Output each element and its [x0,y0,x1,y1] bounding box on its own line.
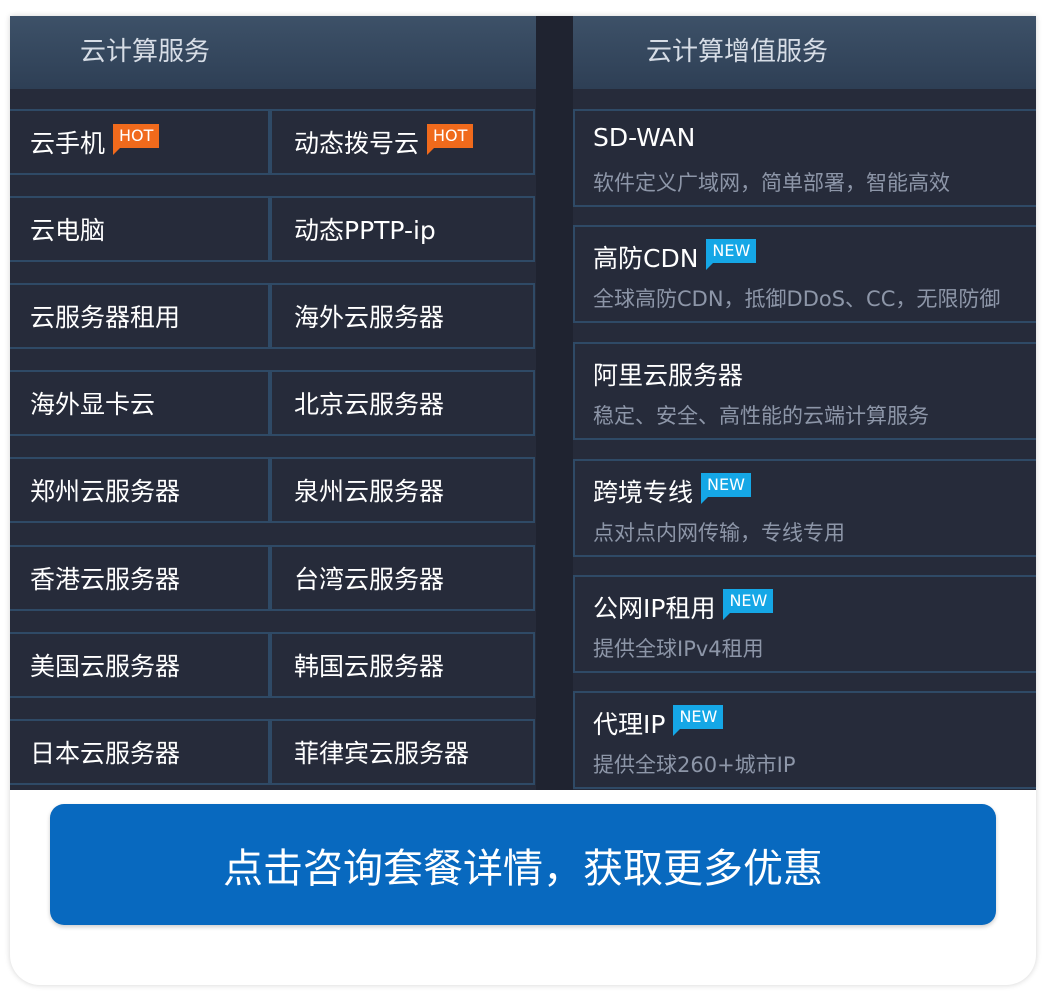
value-added-item-desc: 点对点内网传输，专线专用 [593,521,845,545]
hot-badge: HOT [427,124,474,155]
value-added-item-name: 阿里云服务器 [593,361,744,390]
value-added-item-name: 公网IP租用 [593,594,716,623]
value-added-item-title: 代理IP NEW [593,705,724,741]
value-added-item-title: SD-WAN [593,123,695,152]
service-panel: 云计算服务 云计算增值服务 云手机 HOT 动态拨号云 HOT 云电脑 动态PPTP-ip… [10,16,1036,790]
value-added-item-desc: 稳定、安全、高性能的云端计算服务 [593,404,929,428]
service-link-label: 海外云服务器 [294,303,445,332]
service-link-label: 北京云服务器 [294,390,445,419]
value-added-item-name: 跨境专线 [593,478,694,507]
new-badge: NEW [701,473,751,504]
value-added-item-name: 代理IP [593,710,666,739]
service-link[interactable]: 动态PPTP-ip [270,196,535,262]
service-link[interactable]: 韩国云服务器 [270,632,535,698]
service-link-label: 泉州云服务器 [294,477,445,506]
value-added-item-desc: 提供全球IPv4租用 [593,637,764,661]
service-card: 云计算服务 云计算增值服务 云手机 HOT 动态拨号云 HOT 云电脑 动态PPTP-ip… [10,16,1036,985]
consult-button[interactable]: 点击咨询套餐详情，获取更多优惠 [50,804,996,925]
service-link[interactable]: 云电脑 [10,196,270,262]
service-link[interactable]: 郑州云服务器 [10,457,270,523]
service-link-label: 云电脑 [30,216,106,245]
new-badge: NEW [723,589,774,620]
service-link-label: 海外显卡云 [30,390,156,419]
value-added-item-title: 阿里云服务器 [593,356,743,392]
service-link-label: 动态PPTP-ip [294,216,436,245]
value-added-item-desc: 提供全球260+城市IP [593,753,796,777]
service-link[interactable]: 日本云服务器 [10,719,270,785]
value-added-item-desc: 全球高防CDN，抵御DDoS、CC，无限防御 [593,287,1001,311]
value-added-item[interactable]: SD-WAN 软件定义广域网，简单部署，智能高效 [573,109,1036,207]
service-link[interactable]: 菲律宾云服务器 [270,719,535,785]
service-link-label: 菲律宾云服务器 [294,739,470,768]
new-badge: NEW [673,705,724,736]
value-added-item-name: 高防CDN [593,244,699,273]
service-link[interactable]: 动态拨号云 HOT [270,109,535,175]
service-link-label: 香港云服务器 [30,565,181,594]
value-added-item[interactable]: 跨境专线 NEW 点对点内网传输，专线专用 [573,459,1036,557]
service-link[interactable]: 北京云服务器 [270,370,535,436]
new-badge: NEW [706,239,757,270]
value-added-item-title: 公网IP租用 NEW [593,589,774,625]
value-added-item-name: SD-WAN [593,123,696,152]
service-link[interactable]: 云手机 HOT [10,109,270,175]
consult-button-label: 点击咨询套餐详情，获取更多优惠 [223,845,823,892]
service-link[interactable]: 台湾云服务器 [270,545,535,611]
service-link[interactable]: 泉州云服务器 [270,457,535,523]
value-added-item-title: 高防CDN NEW [593,239,757,275]
service-link[interactable]: 海外云服务器 [270,283,535,349]
service-link-label: 美国云服务器 [30,652,181,681]
service-link[interactable]: 云服务器租用 [10,283,270,349]
cloud-computing-header: 云计算服务 [10,16,536,89]
service-link-label: 郑州云服务器 [30,477,181,506]
service-link-label: 韩国云服务器 [294,652,445,681]
value-added-item[interactable]: 公网IP租用 NEW 提供全球IPv4租用 [573,575,1036,673]
value-added-item[interactable]: 代理IP NEW 提供全球260+城市IP [573,691,1036,789]
service-link-label: 云服务器租用 [30,303,181,332]
service-link[interactable]: 香港云服务器 [10,545,270,611]
value-added-header: 云计算增值服务 [573,16,1036,89]
hot-badge: HOT [113,124,160,155]
value-added-item[interactable]: 阿里云服务器稳定、安全、高性能的云端计算服务 [573,342,1036,440]
value-added-item-desc: 软件定义广域网，简单部署，智能高效 [593,171,950,195]
service-link[interactable]: 海外显卡云 [10,370,270,436]
value-added-item[interactable]: 高防CDN NEW 全球高防CDN，抵御DDoS、CC，无限防御 [573,225,1036,323]
column-divider [536,16,573,790]
service-link-label: 台湾云服务器 [294,565,445,594]
service-link-label: 日本云服务器 [30,739,181,768]
value-added-item-title: 跨境专线 NEW [593,473,751,509]
service-link[interactable]: 美国云服务器 [10,632,270,698]
service-link-label: 云手机 [30,129,106,158]
service-link-label: 动态拨号云 [294,129,420,158]
